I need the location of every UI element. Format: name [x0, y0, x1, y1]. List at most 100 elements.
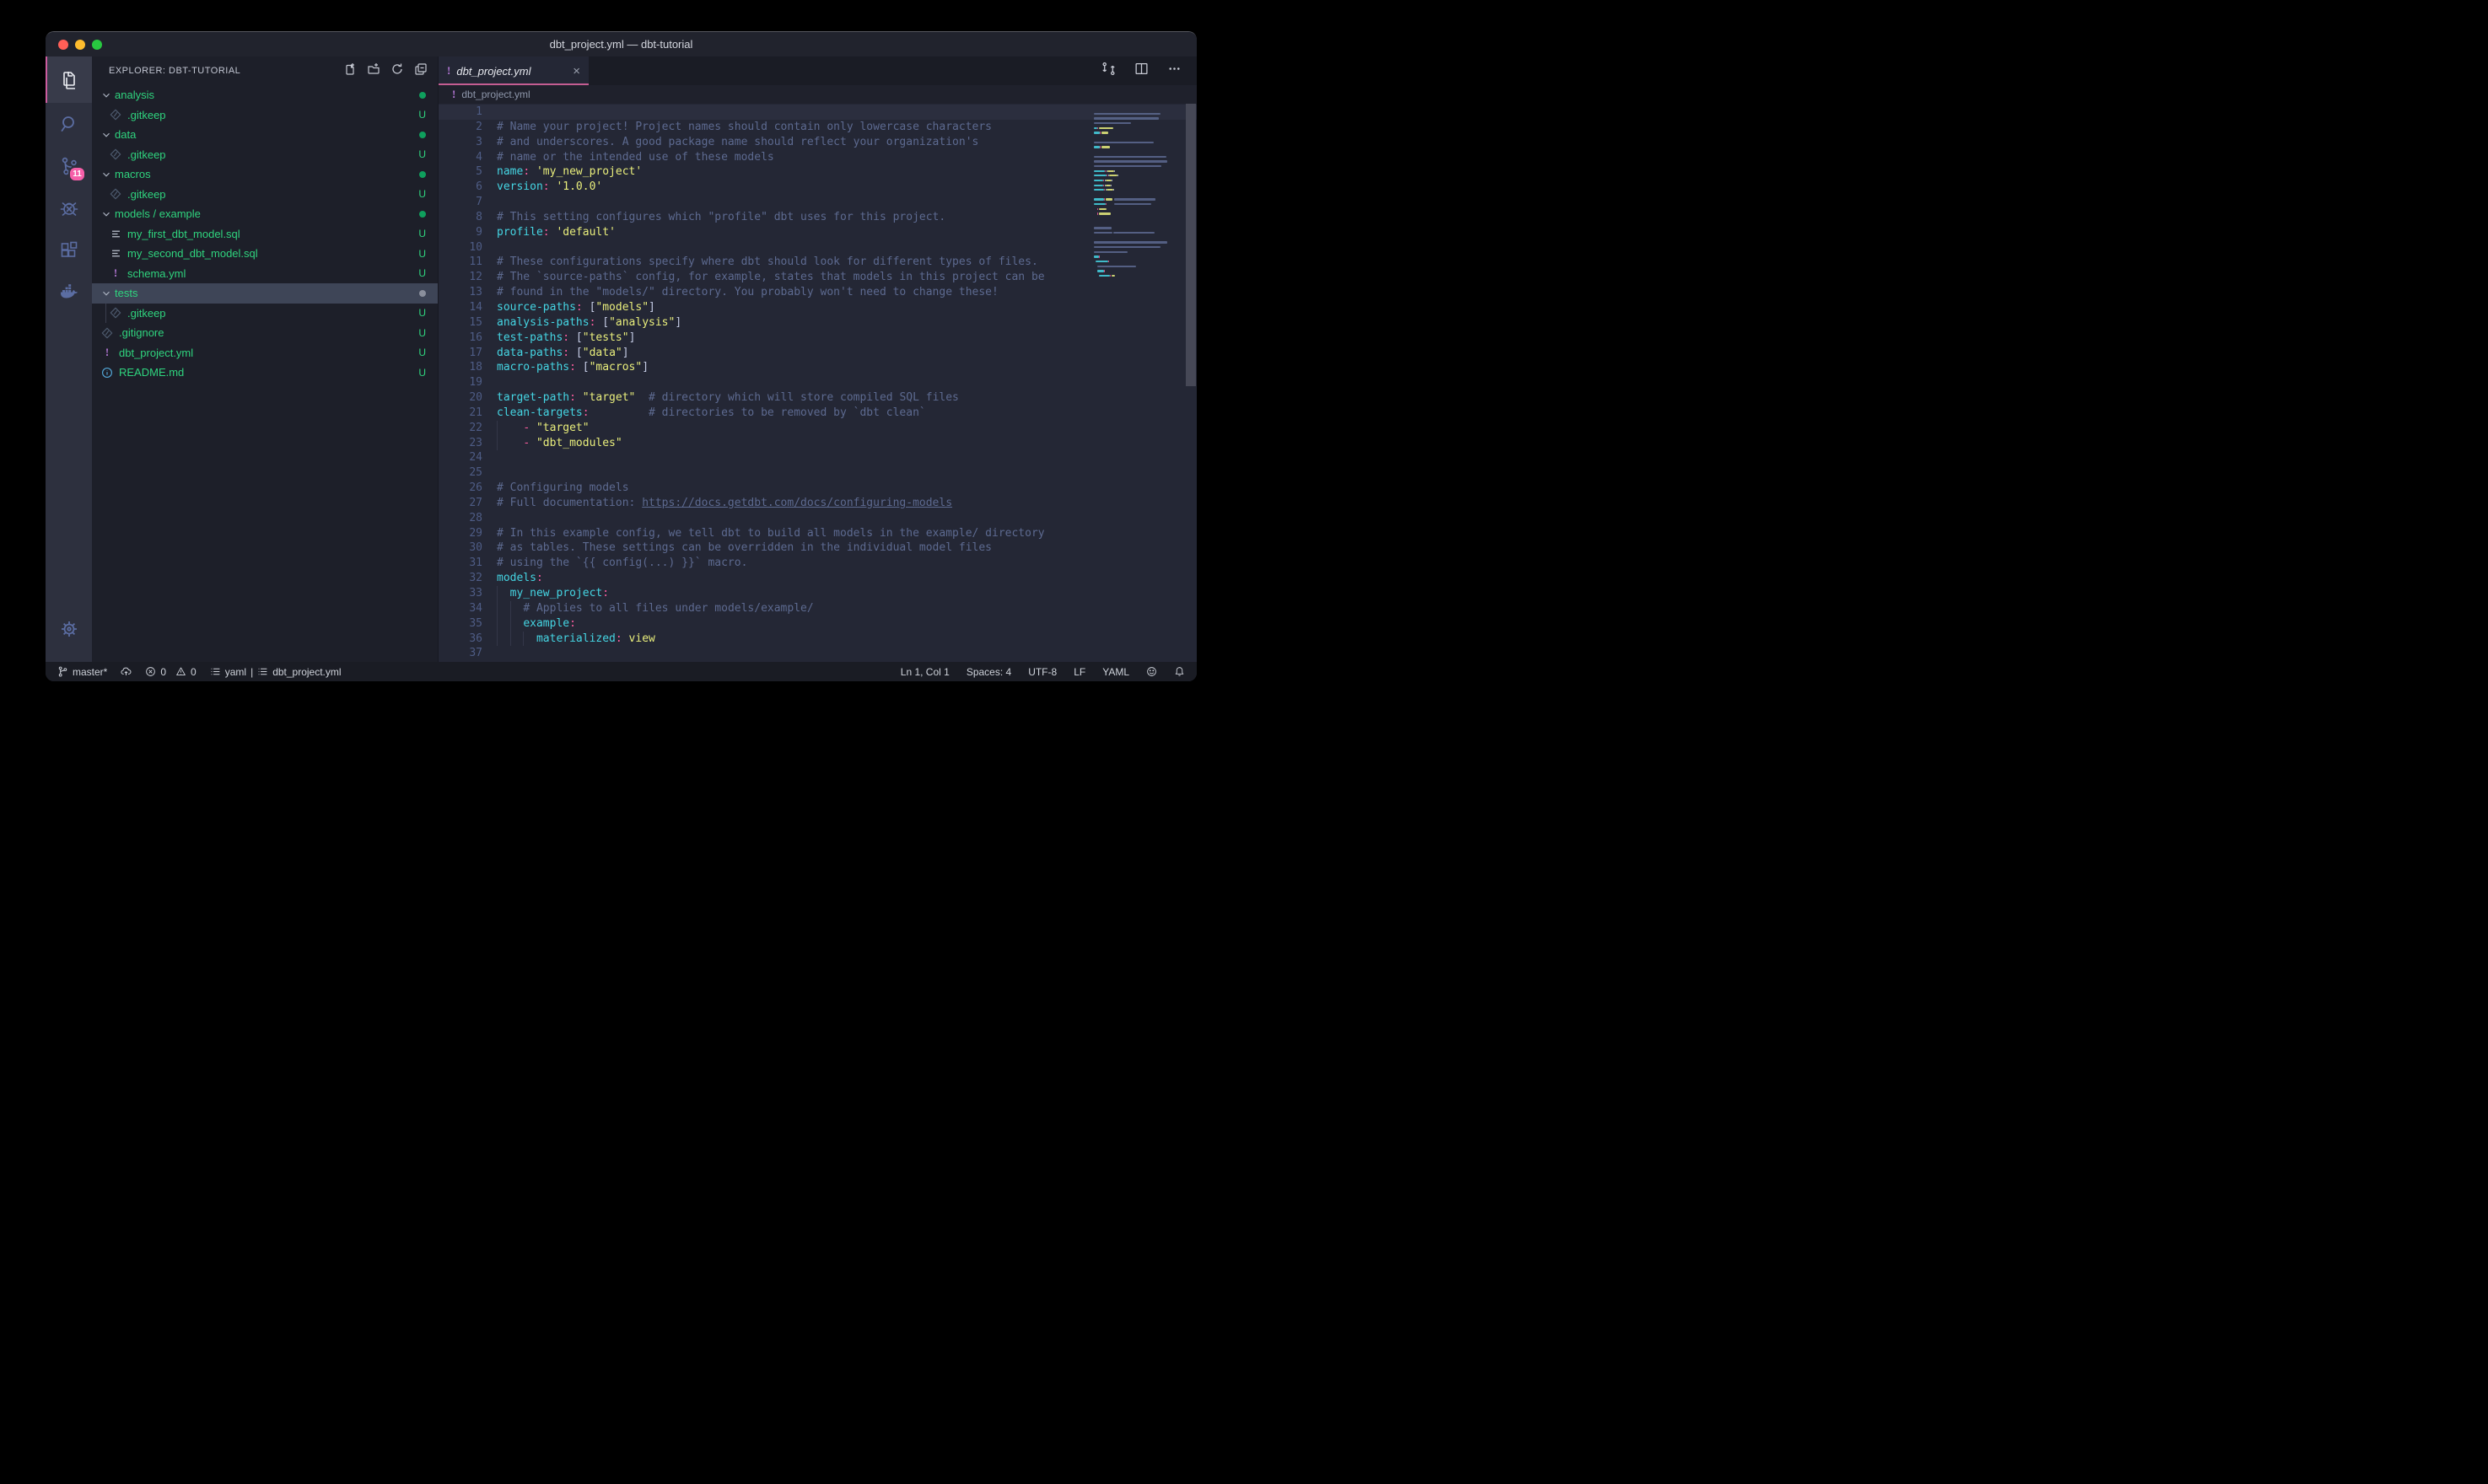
tree-item-gitkeep[interactable]: .gitkeepU	[92, 304, 438, 324]
code-line-1[interactable]: 1	[439, 105, 1197, 120]
code-line-13[interactable]: 13# found in the "models/" directory. Yo…	[439, 285, 1197, 300]
editor-scrollbar[interactable]	[1185, 104, 1197, 662]
code-line-2[interactable]: 2# Name your project! Project names shou…	[439, 120, 1197, 135]
tree-item-analysis[interactable]: analysis	[92, 85, 438, 105]
tree-item-macros[interactable]: macros	[92, 164, 438, 185]
tab-dbt-project-yml[interactable]: ! dbt_project.yml ×	[439, 56, 589, 85]
code-line-21[interactable]: 21clean-targets: # directories to be rem…	[439, 406, 1197, 421]
code-line-10[interactable]: 10	[439, 240, 1197, 255]
search-icon[interactable]	[46, 103, 92, 145]
window-controls	[58, 40, 102, 50]
tree-item-gitkeep[interactable]: .gitkeepU	[92, 145, 438, 165]
debug-icon[interactable]	[46, 187, 92, 229]
tree-item-data[interactable]: data	[92, 125, 438, 145]
split-editor-icon[interactable]	[1134, 62, 1149, 80]
code-line-8[interactable]: 8# This setting configures which "profil…	[439, 210, 1197, 225]
code-line-20[interactable]: 20target-path: "target" # directory whic…	[439, 390, 1197, 406]
tree-item-gitkeep[interactable]: .gitkeepU	[92, 105, 438, 126]
code-line-25[interactable]: 25	[439, 465, 1197, 481]
tree-item-tests[interactable]: tests	[92, 283, 438, 304]
code-line-30[interactable]: 30# as tables. These settings can be ove…	[439, 540, 1197, 556]
eol-status[interactable]: LF	[1074, 666, 1085, 678]
new-folder-icon[interactable]	[367, 62, 380, 80]
explorer-sidebar: EXPLORER: DBT-TUTORIAL analysis.gitkeepU…	[92, 56, 439, 662]
code-line-3[interactable]: 3# and underscores. A good package name …	[439, 135, 1197, 150]
code-line-37[interactable]: 37	[439, 646, 1197, 661]
code-line-19[interactable]: 19	[439, 375, 1197, 390]
zoom-window-button[interactable]	[92, 40, 102, 50]
code-line-28[interactable]: 28	[439, 511, 1197, 526]
code-line-26[interactable]: 26# Configuring models	[439, 481, 1197, 496]
code-line-24[interactable]: 24	[439, 450, 1197, 465]
file-tree: analysis.gitkeepUdata.gitkeepUmacros.git…	[92, 85, 438, 662]
code-line-29[interactable]: 29# In this example config, we tell dbt …	[439, 526, 1197, 541]
breadcrumb[interactable]: ! dbt_project.yml	[439, 85, 1197, 104]
git-status-badge: U	[418, 188, 426, 200]
minimize-window-button[interactable]	[75, 40, 85, 50]
code-line-16[interactable]: 16test-paths: ["tests"]	[439, 331, 1197, 346]
code-line-5[interactable]: 5name: 'my_new_project'	[439, 164, 1197, 180]
cursor-position[interactable]: Ln 1, Col 1	[901, 666, 950, 678]
tree-item-gitignore[interactable]: .gitignoreU	[92, 323, 438, 343]
extensions-icon[interactable]	[46, 229, 92, 272]
code-line-4[interactable]: 4# name or the intended use of these mod…	[439, 150, 1197, 165]
code-line-11[interactable]: 11# These configurations specify where d…	[439, 255, 1197, 270]
code-line-14[interactable]: 14source-paths: ["models"]	[439, 300, 1197, 315]
code-editor[interactable]: 12# Name your project! Project names sho…	[439, 104, 1197, 662]
code-line-27[interactable]: 27# Full documentation: https://docs.get…	[439, 496, 1197, 511]
yaml-file-icon: !	[109, 266, 122, 280]
tree-item-my-first-dbt-model-sql[interactable]: my_first_dbt_model.sqlU	[92, 224, 438, 245]
language-status[interactable]: YAML	[1102, 666, 1129, 678]
code-line-22[interactable]: 22 - "target"	[439, 421, 1197, 436]
code-line-34[interactable]: 34 # Applies to all files under models/e…	[439, 601, 1197, 616]
code-line-12[interactable]: 12# The `source-paths` config, for examp…	[439, 270, 1197, 285]
yaml-warning-icon: !	[447, 64, 450, 78]
editor-mode-status[interactable]: yaml | dbt_project.yml	[210, 666, 342, 678]
code-line-6[interactable]: 6version: '1.0.0'	[439, 180, 1197, 195]
explorer-icon[interactable]	[46, 56, 92, 103]
close-window-button[interactable]	[58, 40, 68, 50]
source-control-icon[interactable]: 11	[46, 145, 92, 187]
code-line-7[interactable]: 7	[439, 195, 1197, 210]
more-actions-icon[interactable]	[1167, 62, 1182, 80]
list-selection-icon	[257, 666, 268, 677]
code-line-23[interactable]: 23 - "dbt_modules"	[439, 436, 1197, 451]
branch-status[interactable]: master*	[57, 666, 107, 678]
code-line-32[interactable]: 32models:	[439, 571, 1197, 586]
git-branch-icon	[57, 666, 68, 677]
indentation-status[interactable]: Spaces: 4	[967, 666, 1011, 678]
open-changes-icon[interactable]	[1101, 62, 1116, 80]
info-file-icon	[100, 366, 114, 379]
refresh-icon[interactable]	[390, 62, 404, 80]
tree-item-gitkeep[interactable]: .gitkeepU	[92, 185, 438, 205]
code-line-9[interactable]: 9profile: 'default'	[439, 225, 1197, 240]
new-file-icon[interactable]	[343, 62, 357, 80]
breadcrumb-file: dbt_project.yml	[461, 89, 530, 100]
git-modified-dot	[419, 89, 426, 101]
code-line-36[interactable]: 36 materialized: view	[439, 632, 1197, 647]
bell-icon[interactable]	[1174, 666, 1185, 677]
tree-item-schema-yml[interactable]: !schema.ymlU	[92, 264, 438, 284]
code-line-31[interactable]: 31# using the `{{ config(...) }}` macro.	[439, 556, 1197, 571]
code-line-17[interactable]: 17data-paths: ["data"]	[439, 346, 1197, 361]
tree-item-readme-md[interactable]: README.mdU	[92, 363, 438, 383]
minimap[interactable]	[1092, 107, 1185, 662]
tree-item-dbt-project-yml[interactable]: !dbt_project.ymlU	[92, 343, 438, 363]
code-line-35[interactable]: 35 example:	[439, 616, 1197, 632]
gear-icon[interactable]	[46, 608, 92, 650]
close-tab-icon[interactable]: ×	[573, 65, 580, 78]
feedback-smiley-icon[interactable]	[1146, 666, 1157, 677]
code-line-33[interactable]: 33 my_new_project:	[439, 586, 1197, 601]
tree-item-my-second-dbt-model-sql[interactable]: my_second_dbt_model.sqlU	[92, 244, 438, 264]
code-line-18[interactable]: 18macro-paths: ["macros"]	[439, 360, 1197, 375]
problems-status[interactable]: 0 0	[145, 666, 196, 678]
tree-item-models-example[interactable]: models / example	[92, 204, 438, 224]
line-number: 23	[439, 436, 497, 451]
collapse-folders-icon[interactable]	[414, 62, 428, 80]
line-number: 15	[439, 315, 497, 331]
docker-icon[interactable]	[46, 272, 92, 314]
scrollbar-thumb[interactable]	[1186, 104, 1196, 386]
publish-button[interactable]	[121, 666, 132, 677]
code-line-15[interactable]: 15analysis-paths: ["analysis"]	[439, 315, 1197, 331]
encoding-status[interactable]: UTF-8	[1028, 666, 1057, 678]
